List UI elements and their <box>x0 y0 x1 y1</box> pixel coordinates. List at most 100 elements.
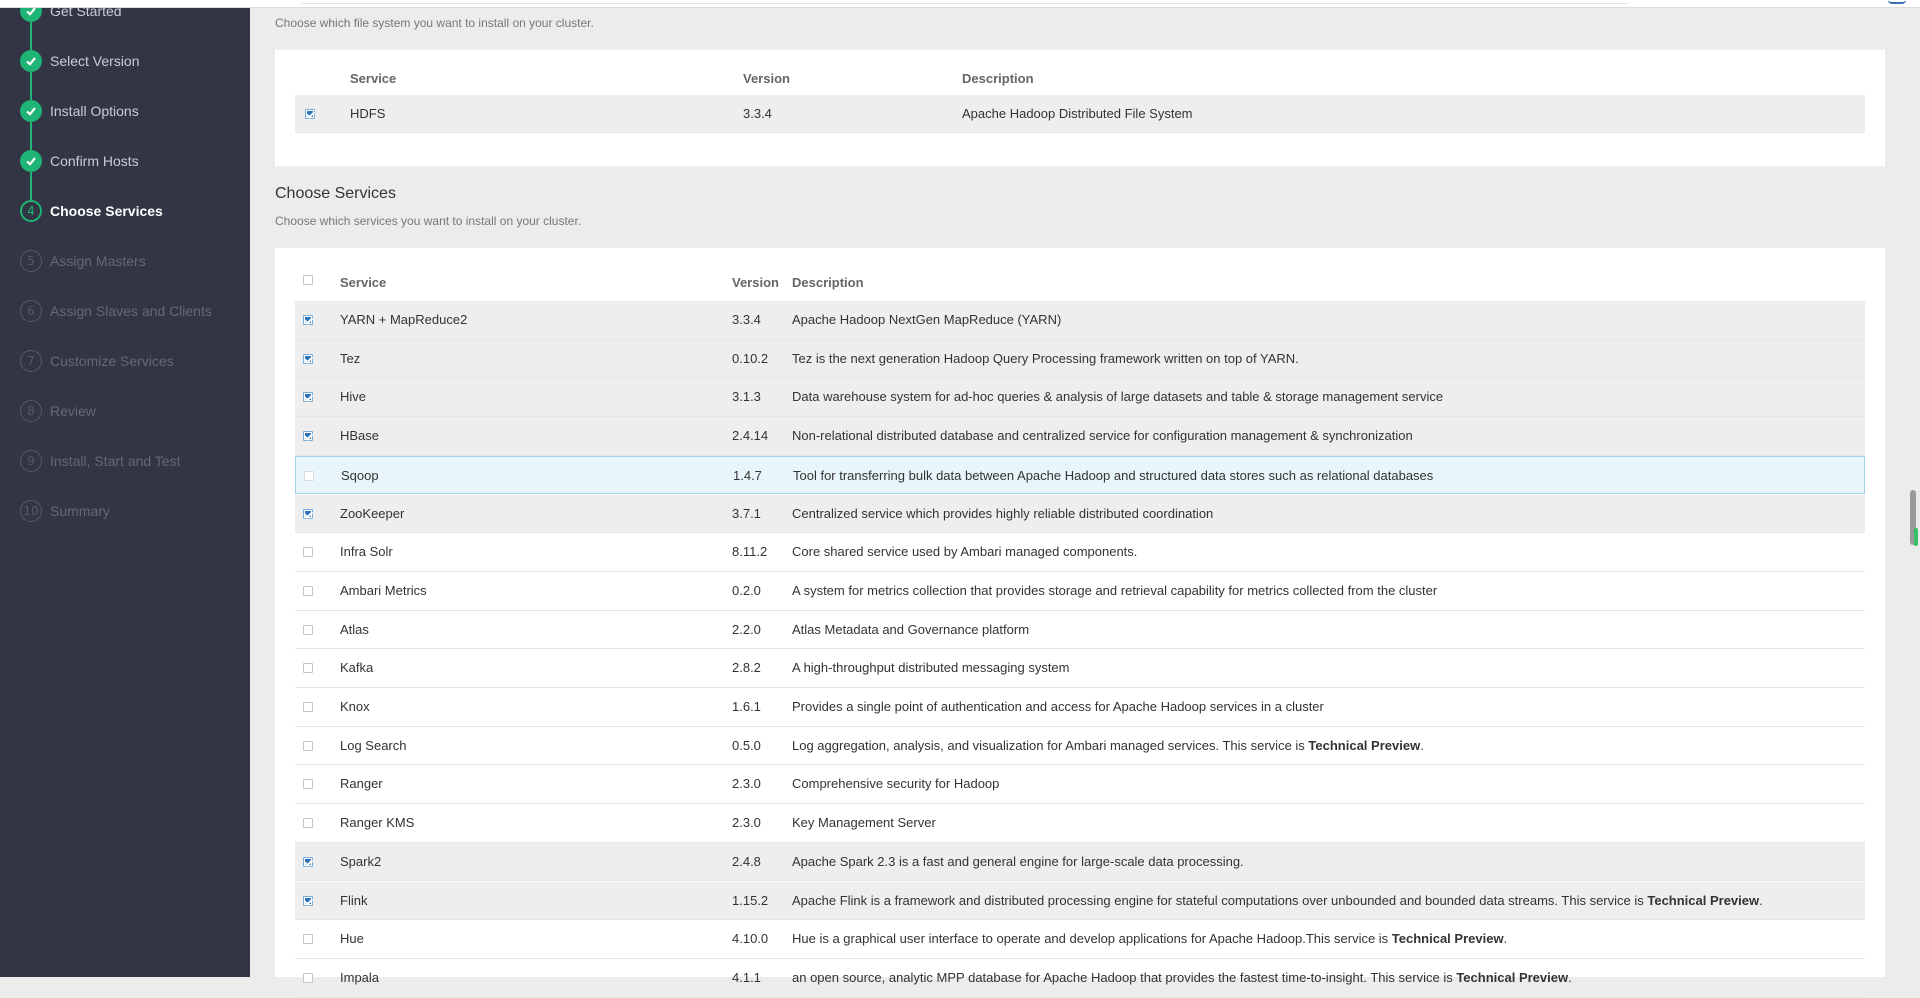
service-checkbox[interactable] <box>303 779 313 790</box>
service-checkbox[interactable] <box>303 624 313 635</box>
service-row[interactable]: Ranger KMS 2.3.0 Key Management Server <box>295 804 1865 843</box>
service-name: Ranger KMS <box>340 815 415 831</box>
wizard-step-5[interactable]: 4 Choose Services <box>0 186 250 236</box>
choose-services-title: Choose Services <box>275 185 396 202</box>
select-all-checkbox[interactable] <box>303 275 313 285</box>
description-text: Centralized service which provides highl… <box>792 505 1214 521</box>
service-row[interactable]: HBase 2.4.14 Non-relational distributed da… <box>295 417 1865 456</box>
service-row[interactable]: Infra Solr 8.11.2 Core shared service used… <box>295 533 1865 572</box>
description-text: A high-throughput distributed messaging … <box>792 660 1070 676</box>
service-description: Apache Flink is a framework and distribu… <box>792 882 1763 920</box>
wizard-step-3[interactable]: Install Options <box>0 86 250 136</box>
check-icon <box>20 150 42 172</box>
service-checkbox[interactable] <box>303 392 313 403</box>
service-version: 3.1.3 <box>732 389 761 405</box>
service-description: Centralized service which provides highl… <box>792 495 1213 533</box>
service-version: 2.3.0 <box>732 815 761 831</box>
service-name: YARN + MapReduce2 <box>340 312 468 327</box>
step-number: 6 <box>20 300 42 322</box>
service-checkbox[interactable] <box>303 740 313 751</box>
service-row[interactable]: Impala 4.1.1 an open source, analytic MPP … <box>295 959 1865 998</box>
technical-preview-label: Technical Preview <box>1647 892 1760 908</box>
service-description: Apache Spark 2.3 is a fast and general e… <box>792 843 1244 881</box>
svc-header-version: Version <box>732 275 779 290</box>
choose-services-subtitle: Choose which services you want to instal… <box>275 214 582 228</box>
service-checkbox[interactable] <box>303 353 313 364</box>
description-text: Provides a single point of authenticatio… <box>792 699 1324 714</box>
service-checkbox[interactable] <box>303 856 313 867</box>
page-scrollbar[interactable] <box>1906 60 1920 977</box>
service-version: 0.5.0 <box>732 737 761 753</box>
description-text: Atlas Metadata and Governance platform <box>792 621 1030 637</box>
service-checkbox[interactable] <box>303 431 313 442</box>
service-row[interactable]: Ambari Metrics 0.2.0 A system for metrics … <box>295 572 1865 611</box>
service-checkbox[interactable] <box>303 818 313 829</box>
step-number: 10 <box>20 500 42 522</box>
description-text: Apache Spark 2.3 is a fast and general e… <box>792 853 1244 869</box>
service-checkbox[interactable] <box>303 895 313 906</box>
service-row[interactable]: Spark2 2.4.8 Apache Spark 2.3 is a fast an… <box>295 842 1865 882</box>
step-number: 9 <box>20 450 42 472</box>
fs-header-service: Service <box>350 71 397 86</box>
service-row[interactable]: Atlas 2.2.0 Atlas Metadata and Governance … <box>295 611 1865 650</box>
step-number: 5 <box>20 250 42 272</box>
scroll-position-marker <box>1914 528 1918 546</box>
service-row[interactable]: Log Search 0.5.0 Log aggregation, analysis… <box>295 727 1865 766</box>
service-version: 0.2.0 <box>732 582 761 598</box>
wizard-step-2[interactable]: Select Version <box>0 36 250 86</box>
service-name: ZooKeeper <box>340 505 405 521</box>
service-row[interactable]: Knox 1.6.1 Provides a single point of auth… <box>295 688 1865 727</box>
step-label: Assign Slaves and Clients <box>50 303 212 319</box>
service-row[interactable]: ZooKeeper 3.7.1 Centralized service which … <box>295 494 1865 534</box>
service-row[interactable]: Sqoop 1.4.7 Tool for transferring bulk dat… <box>295 455 1865 495</box>
service-version: 3.7.1 <box>732 505 761 521</box>
description-end: . <box>1420 737 1424 753</box>
service-description: Tez is the next generation Hadoop Query … <box>792 340 1299 378</box>
service-row[interactable]: Hive 3.1.3 Data warehouse system for ad-ho… <box>295 378 1865 418</box>
description-text: Data warehouse system for ad-hoc queries… <box>792 389 1444 405</box>
service-row[interactable]: Kafka 2.8.2 A high-throughput distributed … <box>295 649 1865 688</box>
fs-header-description: Description <box>962 71 1034 86</box>
service-checkbox[interactable] <box>305 109 315 119</box>
fs-header-version: Version <box>743 71 790 86</box>
service-description: A system for metrics collection that pro… <box>792 572 1437 610</box>
service-checkbox[interactable] <box>304 470 314 481</box>
service-name: Kafka <box>340 660 374 676</box>
service-row[interactable]: Flink 1.15.2 Apache Flink is a framework a… <box>295 881 1865 921</box>
service-checkbox[interactable] <box>303 663 313 674</box>
description-text: Comprehensive security for Hadoop <box>792 776 1000 792</box>
service-name: Tez <box>340 350 361 366</box>
service-row[interactable]: YARN + MapReduce2 3.3.4 Apache Hadoop Next… <box>295 301 1865 340</box>
svc-header-service: Service <box>340 275 387 290</box>
service-checkbox[interactable] <box>303 508 313 519</box>
wizard-step-11: 10 Summary <box>0 486 250 536</box>
service-checkbox[interactable] <box>303 547 313 558</box>
filesystem-row[interactable]: HDFS 3.3.4 Apache Hadoop Distributed File … <box>295 95 1865 133</box>
check-icon <box>20 50 42 72</box>
service-version: 2.4.8 <box>732 853 761 869</box>
step-label: Review <box>50 403 96 419</box>
service-checkbox[interactable] <box>303 972 313 983</box>
svc-header-description: Description <box>792 275 864 290</box>
service-checkbox[interactable] <box>303 934 313 945</box>
service-checkbox[interactable] <box>303 702 313 712</box>
service-checkbox[interactable] <box>303 315 313 325</box>
service-description: Apache Hadoop NextGen MapReduce (YARN) <box>792 301 1061 339</box>
service-row[interactable]: Ranger 2.3.0 Comprehensive security for Ha… <box>295 765 1865 805</box>
service-name: Hue <box>340 931 364 947</box>
service-description: Atlas Metadata and Governance platform <box>792 611 1029 649</box>
service-row[interactable]: Hue 4.10.0 Hue is a graphical user interfa… <box>295 920 1865 959</box>
step-label: Summary <box>50 503 110 519</box>
description-end: . <box>1568 969 1572 985</box>
search-field-edge[interactable] <box>300 0 1630 4</box>
service-checkbox[interactable] <box>303 585 313 596</box>
service-description: Comprehensive security for Hadoop <box>792 765 999 803</box>
service-row[interactable]: Tez 0.10.2 Tez is the next generation Hado… <box>295 339 1865 379</box>
user-icon[interactable] <box>1888 0 1906 4</box>
wizard-sidebar: Get Started Select Version Install Options… <box>0 0 250 977</box>
main-content: Choose which file system you want to ins… <box>250 0 1920 998</box>
step-number: 4 <box>20 200 42 222</box>
service-name: Hive <box>340 389 367 405</box>
wizard-step-4[interactable]: Confirm Hosts <box>0 136 250 186</box>
filesystem-panel: Service Version Description HDFS 3.3.4 Apa… <box>275 50 1885 166</box>
